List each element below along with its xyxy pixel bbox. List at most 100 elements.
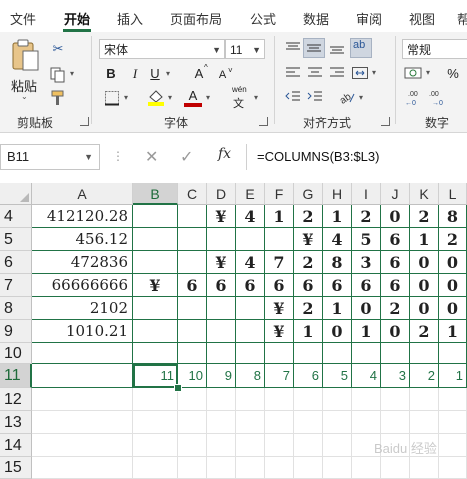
row-header-6[interactable]: 6 bbox=[0, 251, 32, 274]
row-header-8[interactable]: 8 bbox=[0, 297, 32, 320]
cell[interactable] bbox=[133, 388, 178, 411]
italic-button[interactable]: I bbox=[128, 65, 142, 83]
cancel-icon[interactable]: ✕ bbox=[145, 147, 158, 167]
format-painter-icon[interactable] bbox=[50, 90, 66, 106]
cell[interactable] bbox=[178, 205, 207, 228]
cell[interactable]: 7 bbox=[265, 364, 294, 388]
row-header-13[interactable]: 13 bbox=[0, 411, 32, 434]
cell[interactable]: 8 bbox=[323, 251, 352, 274]
cell[interactable] bbox=[178, 411, 207, 434]
cell[interactable]: 0 bbox=[381, 205, 410, 228]
cell[interactable] bbox=[236, 388, 265, 411]
cell[interactable]: 6 bbox=[381, 274, 410, 297]
tab-review[interactable]: 审阅 bbox=[356, 9, 382, 28]
cell[interactable] bbox=[236, 457, 265, 479]
cell[interactable] bbox=[439, 457, 467, 479]
cell[interactable]: ¥ bbox=[265, 297, 294, 320]
currency-format-icon[interactable] bbox=[404, 65, 424, 81]
cut-icon[interactable]: ✂ bbox=[50, 40, 66, 58]
align-right-icon[interactable] bbox=[328, 65, 346, 81]
cell[interactable] bbox=[439, 388, 467, 411]
wrap-text-button[interactable]: ab bbox=[350, 38, 372, 58]
font-color-dropdown-icon[interactable]: ▾ bbox=[206, 93, 210, 102]
decrease-decimal-icon[interactable]: .00→0 bbox=[428, 88, 448, 106]
cell[interactable]: 0 bbox=[323, 320, 352, 343]
cell[interactable] bbox=[294, 434, 323, 457]
cell[interactable]: 4 bbox=[236, 205, 265, 228]
cell[interactable]: 6 bbox=[265, 274, 294, 297]
formula-input[interactable]: =COLUMNS(B3:$L3) bbox=[257, 144, 379, 170]
cell[interactable]: 3 bbox=[352, 251, 381, 274]
more-options-icon[interactable]: ⋮ bbox=[112, 149, 124, 163]
cell[interactable] bbox=[323, 343, 352, 364]
cell[interactable]: 2 bbox=[294, 297, 323, 320]
cell[interactable] bbox=[381, 457, 410, 479]
copy-icon[interactable] bbox=[50, 67, 66, 83]
merge-center-icon[interactable] bbox=[351, 65, 369, 81]
cell[interactable] bbox=[133, 343, 178, 364]
cell[interactable]: 6 bbox=[323, 274, 352, 297]
cell[interactable]: ¥ bbox=[294, 228, 323, 251]
cell[interactable] bbox=[178, 434, 207, 457]
number-format-select[interactable]: 常规 bbox=[402, 39, 467, 59]
cell[interactable] bbox=[294, 388, 323, 411]
cell[interactable]: 1010.21 bbox=[32, 320, 133, 343]
cell[interactable] bbox=[207, 457, 236, 479]
cell[interactable]: 1 bbox=[323, 205, 352, 228]
cell[interactable]: 1 bbox=[294, 320, 323, 343]
copy-dropdown-icon[interactable]: ▾ bbox=[70, 69, 74, 78]
cell[interactable] bbox=[133, 228, 178, 251]
cell[interactable] bbox=[178, 388, 207, 411]
cell[interactable] bbox=[178, 251, 207, 274]
cell[interactable] bbox=[178, 228, 207, 251]
cell[interactable] bbox=[323, 388, 352, 411]
font-name-select[interactable]: 宋体 ▼ bbox=[99, 39, 225, 59]
cell[interactable] bbox=[207, 320, 236, 343]
fill-handle[interactable] bbox=[174, 384, 182, 392]
cell[interactable]: ¥ bbox=[265, 320, 294, 343]
cell[interactable] bbox=[207, 411, 236, 434]
column-header-a[interactable]: A bbox=[32, 183, 133, 205]
cell[interactable]: 0 bbox=[352, 297, 381, 320]
cell[interactable] bbox=[207, 228, 236, 251]
cell[interactable] bbox=[133, 297, 178, 320]
cell[interactable] bbox=[323, 434, 352, 457]
cell[interactable] bbox=[133, 320, 178, 343]
cell[interactable] bbox=[133, 457, 178, 479]
cell[interactable]: 2 bbox=[294, 251, 323, 274]
cell[interactable]: 2 bbox=[352, 205, 381, 228]
cell[interactable] bbox=[439, 411, 467, 434]
cell[interactable]: 2 bbox=[381, 297, 410, 320]
cell[interactable] bbox=[236, 228, 265, 251]
row-header-4[interactable]: 4 bbox=[0, 205, 32, 228]
cell[interactable]: 6 bbox=[381, 228, 410, 251]
tab-insert[interactable]: 插入 bbox=[117, 9, 143, 28]
align-top-icon[interactable] bbox=[284, 40, 302, 56]
cell[interactable] bbox=[236, 297, 265, 320]
cell[interactable]: 4 bbox=[236, 251, 265, 274]
cell[interactable]: 1 bbox=[439, 320, 467, 343]
cell[interactable]: 2 bbox=[410, 320, 439, 343]
cell[interactable] bbox=[32, 434, 133, 457]
cell[interactable]: 6 bbox=[352, 274, 381, 297]
cell[interactable] bbox=[352, 457, 381, 479]
tab-help[interactable]: 帮 bbox=[457, 9, 467, 28]
tab-page-layout[interactable]: 页面布局 bbox=[170, 9, 222, 28]
cell[interactable]: 472836 bbox=[32, 251, 133, 274]
cell[interactable] bbox=[381, 388, 410, 411]
phonetic-guide-top[interactable]: wén bbox=[232, 85, 247, 94]
cell[interactable]: ¥ bbox=[207, 205, 236, 228]
cell[interactable]: 2102 bbox=[32, 297, 133, 320]
tab-data[interactable]: 数据 bbox=[303, 9, 329, 28]
fill-color-dropdown-icon[interactable]: ▾ bbox=[168, 93, 172, 102]
bold-button[interactable]: B bbox=[104, 65, 118, 83]
cell[interactable] bbox=[265, 343, 294, 364]
column-header-d[interactable]: D bbox=[207, 183, 236, 205]
cell[interactable] bbox=[178, 457, 207, 479]
percent-style-icon[interactable]: % bbox=[446, 65, 460, 83]
cell[interactable]: 66666666 bbox=[32, 274, 133, 297]
borders-icon[interactable] bbox=[104, 90, 120, 106]
paste-button[interactable]: 粘贴 ⌄ bbox=[8, 38, 42, 101]
cell[interactable] bbox=[32, 388, 133, 411]
cell[interactable]: 8 bbox=[236, 364, 265, 388]
